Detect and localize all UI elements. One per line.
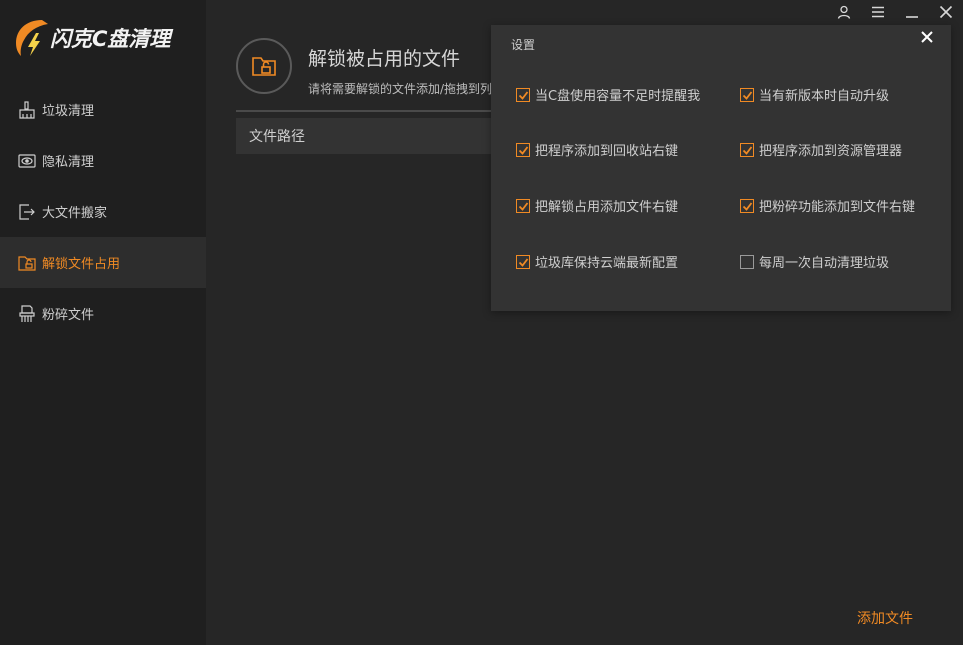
sidebar: 闪克C盘清理 垃圾清理 隐私清理 大文件搬家 解锁文件占用 粉碎文件: [0, 0, 206, 645]
setting-option[interactable]: 当C盘使用容量不足时提醒我: [516, 85, 700, 104]
user-button[interactable]: [827, 0, 861, 24]
checkbox-unchecked[interactable]: [740, 254, 754, 269]
setting-option[interactable]: 把程序添加到资源管理器: [740, 140, 902, 159]
menu-icon: [872, 6, 884, 18]
setting-label: 把粉碎功能添加到文件右键: [759, 200, 916, 215]
checkbox-checked[interactable]: [740, 142, 754, 157]
setting-label: 把解锁占用添加文件右键: [535, 200, 679, 215]
setting-label: 当C盘使用容量不足时提醒我: [535, 89, 701, 104]
setting-option[interactable]: 当有新版本时自动升级: [740, 85, 889, 104]
settings-title: 设置: [511, 38, 536, 52]
setting-label: 每周一次自动清理垃圾: [759, 256, 890, 271]
close-button[interactable]: [929, 0, 963, 24]
setting-label: 把程序添加到回收站右键: [535, 144, 679, 159]
minimize-icon: [906, 16, 918, 18]
shredder-icon: [17, 304, 37, 324]
setting-option[interactable]: 把解锁占用添加文件右键: [516, 196, 678, 215]
close-icon: [921, 31, 933, 43]
add-file-button[interactable]: 添加文件: [857, 608, 913, 628]
checkbox-checked[interactable]: [516, 198, 530, 213]
setting-option[interactable]: 每周一次自动清理垃圾: [740, 252, 889, 271]
checkbox-checked[interactable]: [516, 142, 530, 157]
privacy-icon: [17, 151, 37, 171]
sidebar-item-label: 大文件搬家: [42, 206, 108, 221]
page-subtitle: 请将需要解锁的文件添加/拖拽到列: [308, 82, 493, 96]
checkbox-checked[interactable]: [516, 87, 530, 102]
column-file-path: 文件路径: [249, 129, 305, 145]
unlock-folder-badge: [236, 38, 292, 94]
app-logo: 闪克C盘清理: [12, 14, 170, 62]
setting-option[interactable]: 把粉碎功能添加到文件右键: [740, 196, 915, 215]
user-icon: [837, 5, 851, 19]
setting-label: 把程序添加到资源管理器: [759, 144, 903, 159]
sidebar-item-unlock-file[interactable]: 解锁文件占用: [0, 237, 206, 288]
checkbox-checked[interactable]: [740, 198, 754, 213]
broom-icon: [17, 100, 37, 120]
window-controls: [827, 0, 963, 24]
menu-button[interactable]: [861, 0, 895, 24]
sidebar-item-junk-clean[interactable]: 垃圾清理: [0, 84, 206, 135]
sidebar-item-label: 解锁文件占用: [42, 257, 121, 272]
close-icon: [939, 5, 953, 19]
setting-label: 当有新版本时自动升级: [759, 89, 890, 104]
header-divider: [236, 110, 492, 112]
settings-close-button[interactable]: [915, 27, 939, 47]
sidebar-item-privacy-clean[interactable]: 隐私清理: [0, 135, 206, 186]
setting-option[interactable]: 垃圾库保持云端最新配置: [516, 252, 678, 271]
checkbox-checked[interactable]: [740, 87, 754, 102]
sidebar-item-large-file-move[interactable]: 大文件搬家: [0, 186, 206, 237]
logo-text: 闪克C盘清理: [50, 27, 171, 51]
sidebar-item-label: 垃圾清理: [42, 104, 95, 119]
table-header: 文件路径: [236, 118, 492, 154]
page-title: 解锁被占用的文件: [308, 48, 461, 70]
move-file-icon: [17, 202, 37, 222]
sidebar-item-shred-file[interactable]: 粉碎文件: [0, 288, 206, 339]
setting-option[interactable]: 把程序添加到回收站右键: [516, 140, 678, 159]
setting-label: 垃圾库保持云端最新配置: [535, 256, 679, 271]
sidebar-nav: 垃圾清理 隐私清理 大文件搬家 解锁文件占用 粉碎文件: [0, 84, 206, 339]
sidebar-item-label: 粉碎文件: [42, 308, 95, 323]
settings-panel: 设置 当C盘使用容量不足时提醒我 当有新版本时自动升级 把程序添加到回收站右键 …: [491, 25, 951, 311]
checkbox-checked[interactable]: [516, 254, 530, 269]
unlock-folder-icon: [17, 253, 37, 273]
sidebar-item-label: 隐私清理: [42, 155, 95, 170]
minimize-button[interactable]: [895, 0, 929, 24]
unlock-folder-icon: [252, 57, 276, 76]
